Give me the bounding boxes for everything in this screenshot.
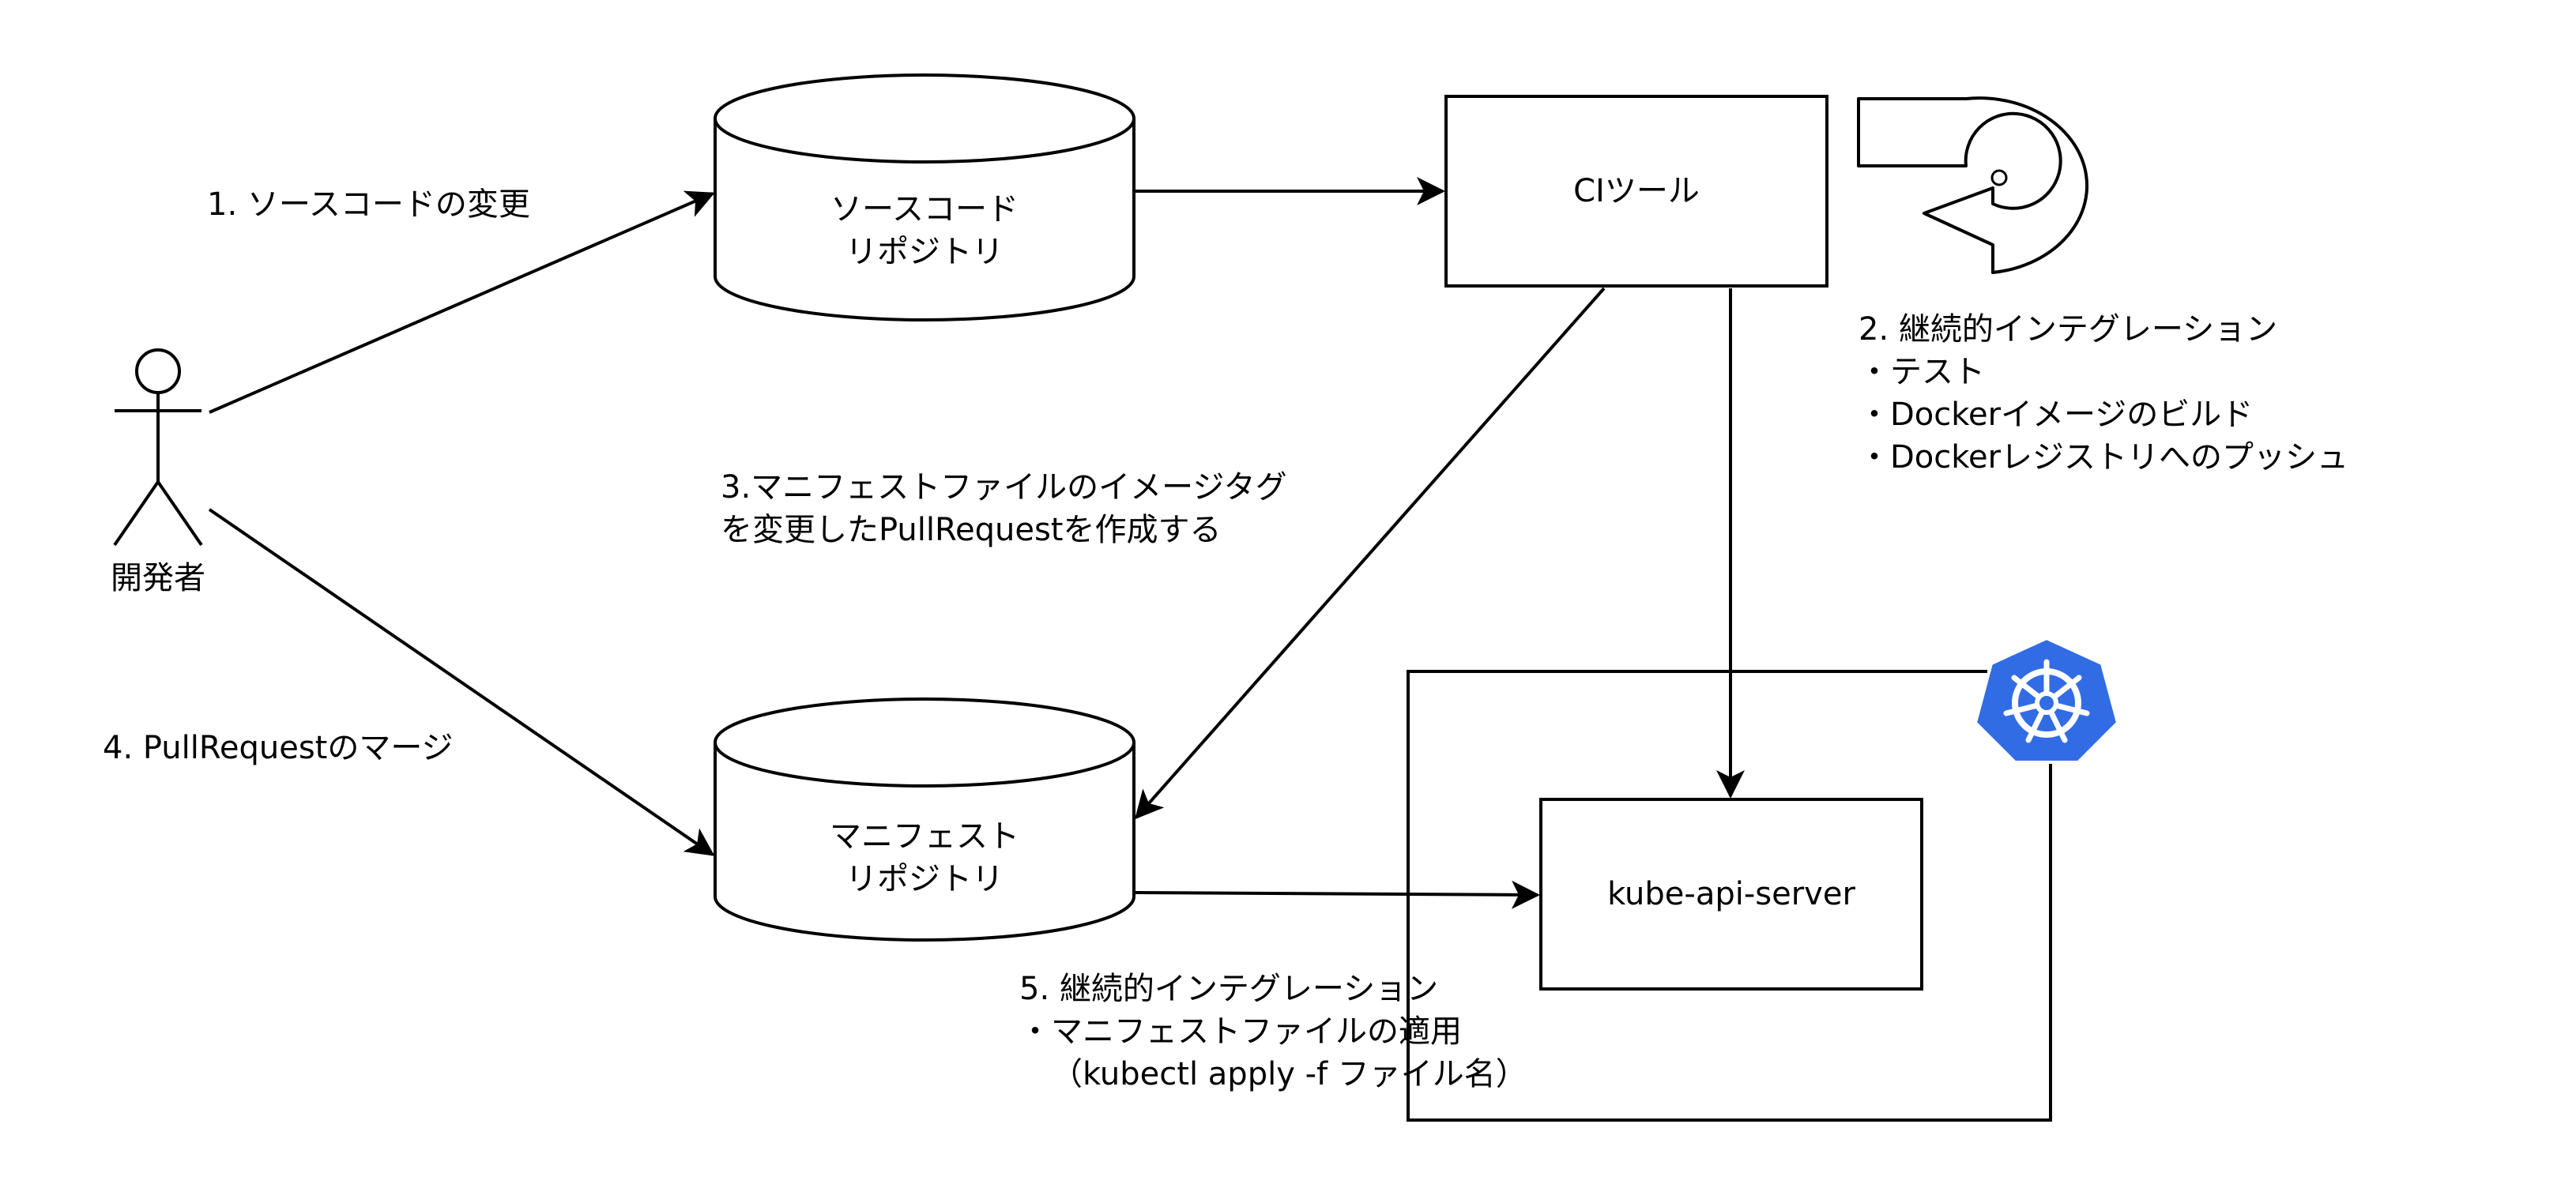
step4-text: 4. PullRequestのマージ (103, 730, 454, 766)
loop-arrow-icon (1857, 96, 2089, 274)
step2-line3: ・Dockerイメージのビルド (1859, 397, 2254, 433)
step4-label: 4. PullRequestのマージ (103, 727, 454, 769)
step2-line4: ・Dockerレジストリへのプッシュ (1859, 439, 2349, 476)
step1-label: 1. ソースコードの変更 (207, 183, 530, 226)
kubernetes-logo-icon (1974, 637, 2119, 764)
actor-label-text: 開発者 (111, 560, 205, 596)
step2-line2: ・テスト (1859, 354, 1985, 390)
ci-tool-label: CIツール (1446, 170, 1827, 212)
step3-label: 3.マニフェストファイルのイメージタグ を変更したPullRequestを作成す… (721, 466, 1287, 551)
edge-dev-to-manifest (208, 508, 715, 856)
api-server-label: kube-api-server (1541, 873, 1922, 915)
step1-text: 1. ソースコードの変更 (207, 186, 530, 223)
actor-label: 開発者 (71, 557, 245, 600)
manifest-repo-label-line2: リポジトリ (845, 861, 1004, 897)
edge-dev-to-source (209, 190, 715, 414)
step2-line1: 2. 継続的インテグレーション (1859, 311, 2278, 348)
ci-tool-label-text: CIツール (1573, 173, 1700, 209)
loop-arrow-hole-icon (1990, 169, 2008, 186)
developer-actor-icon (113, 348, 203, 547)
step5-line1: 5. 継続的インテグレーション (1019, 971, 1439, 1007)
step3-line2: を変更したPullRequestを作成する (721, 512, 1222, 548)
step3-line1: 3.マニフェストファイルのイメージタグ (721, 469, 1287, 506)
step2-label: 2. 継続的インテグレーション ・テスト ・Dockerイメージのビルド ・Do… (1859, 308, 2348, 479)
step5-label: 5. 継続的インテグレーション ・マニフェストファイルの適用 （kubectl … (1019, 968, 1527, 1096)
source-repo-label-line1: ソースコード (830, 191, 1019, 227)
source-repo-label-line2: リポジトリ (845, 234, 1004, 270)
source-repo-label: ソースコード リポジトリ (715, 188, 1134, 273)
edge-manifest-to-api (1133, 880, 1540, 909)
manifest-repo-label-line1: マニフェスト (830, 818, 1019, 855)
api-server-label-text: kube-api-server (1607, 876, 1855, 912)
step5-line3: （kubectl apply -f ファイル名） (1051, 1056, 1527, 1092)
edge-ci-to-manifest (1135, 287, 1606, 820)
manifest-repo-label: マニフェスト リポジトリ (715, 815, 1134, 900)
step5-line2: ・マニフェストファイルの適用 (1019, 1013, 1462, 1050)
